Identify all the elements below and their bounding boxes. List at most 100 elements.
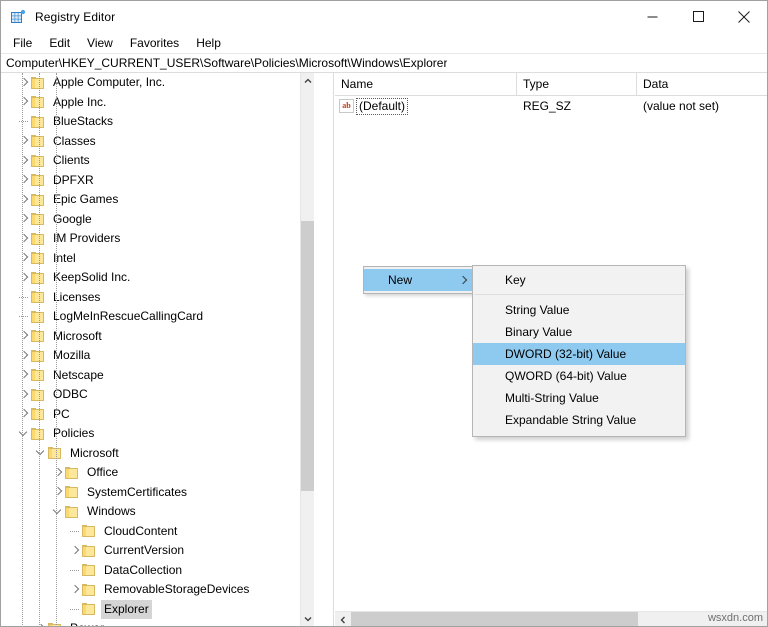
tree-item-keepsolid-inc[interactable]: KeepSolid Inc. <box>1 268 314 288</box>
tree-item-mozilla[interactable]: Mozilla <box>1 346 314 366</box>
tree-item-apple-computer-inc[interactable]: Apple Computer, Inc. <box>1 73 314 93</box>
close-button[interactable] <box>721 1 767 32</box>
tree-item-cloudcontent[interactable]: CloudContent <box>1 522 314 542</box>
tree-item-microsoft[interactable]: Microsoft <box>1 444 314 464</box>
minimize-button[interactable] <box>629 1 675 32</box>
submenu-item-string-value[interactable]: String Value <box>473 299 685 321</box>
folder-icon <box>31 310 45 323</box>
chevron-right-icon[interactable] <box>15 73 31 92</box>
tree-item-apple-inc[interactable]: Apple Inc. <box>1 93 314 113</box>
column-header-data[interactable]: Data <box>637 73 767 95</box>
chevron-right-icon[interactable] <box>49 483 65 502</box>
chevron-right-icon[interactable] <box>66 580 82 599</box>
tree-item-odbc[interactable]: ODBC <box>1 385 314 405</box>
tree-item-google[interactable]: Google <box>1 210 314 230</box>
tree-item-logmeinrescuecallingcard[interactable]: LogMeInRescueCallingCard <box>1 307 314 327</box>
tree-item-policies[interactable]: Policies <box>1 424 314 444</box>
tree-item-pc[interactable]: PC <box>1 405 314 425</box>
tree-item-office[interactable]: Office <box>1 463 314 483</box>
tree-item-netscape[interactable]: Netscape <box>1 366 314 386</box>
tree-leaf-stub <box>15 288 31 307</box>
chevron-right-icon[interactable] <box>15 171 31 190</box>
tree-item-explorer[interactable]: Explorer <box>1 599 314 620</box>
tree-vertical-scrollbar[interactable] <box>300 73 314 626</box>
column-headers: Name Type Data <box>335 73 767 96</box>
tree-item-windows[interactable]: Windows <box>1 502 314 522</box>
chevron-right-icon[interactable] <box>15 366 31 385</box>
tree-guide-line <box>22 73 23 626</box>
chevron-right-icon[interactable] <box>15 151 31 170</box>
tree-item-currentversion[interactable]: CurrentVersion <box>1 541 314 561</box>
tree-item-label: BlueStacks <box>53 114 114 129</box>
chevron-right-icon[interactable] <box>15 346 31 365</box>
scroll-left-icon[interactable] <box>335 612 351 626</box>
chevron-right-icon[interactable] <box>15 190 31 209</box>
tree-item-datacollection[interactable]: DataCollection <box>1 561 314 581</box>
chevron-right-icon[interactable] <box>32 619 48 626</box>
tree-item-epic-games[interactable]: Epic Games <box>1 190 314 210</box>
chevron-right-icon[interactable] <box>15 385 31 404</box>
tree-item-power[interactable]: Power <box>1 619 314 626</box>
tree-item-dpfxr[interactable]: DPFXR <box>1 171 314 191</box>
tree-guide-line <box>39 73 40 626</box>
values-scroll-thumb[interactable] <box>351 612 638 626</box>
values-horizontal-scrollbar[interactable] <box>335 611 767 626</box>
submenu-item-expandable-string-value[interactable]: Expandable String Value <box>473 409 685 431</box>
tree-item-label: Licenses <box>53 289 101 304</box>
submenu-item-qword-64bit-value[interactable]: QWORD (64-bit) Value <box>473 365 685 387</box>
tree-item-label: Epic Games <box>53 192 119 207</box>
scroll-down-icon[interactable] <box>301 611 314 626</box>
tree-item-systemcertificates[interactable]: SystemCertificates <box>1 483 314 503</box>
folder-icon <box>31 291 45 304</box>
address-bar[interactable]: Computer\HKEY_CURRENT_USER\Software\Poli… <box>1 53 767 73</box>
chevron-right-icon[interactable] <box>15 229 31 248</box>
tree-item-clients[interactable]: Clients <box>1 151 314 171</box>
chevron-down-icon[interactable] <box>32 444 48 463</box>
tree-item-classes[interactable]: Classes <box>1 132 314 152</box>
submenu-item-key[interactable]: Key <box>473 269 685 291</box>
menu-view[interactable]: View <box>79 34 121 53</box>
chevron-right-icon[interactable] <box>15 268 31 287</box>
chevron-right-icon[interactable] <box>15 249 31 268</box>
tree-scroll-thumb[interactable] <box>301 221 314 491</box>
chevron-right-icon[interactable] <box>15 210 31 229</box>
folder-icon <box>82 603 96 616</box>
tree-item-licenses[interactable]: Licenses <box>1 288 314 308</box>
tree-item-removablestoragedevices[interactable]: RemovableStorageDevices <box>1 580 314 600</box>
chevron-down-icon[interactable] <box>49 502 65 521</box>
menu-favorites[interactable]: Favorites <box>122 34 187 53</box>
menu-file[interactable]: File <box>5 34 40 53</box>
column-header-type[interactable]: Type <box>517 73 637 95</box>
tree-item-bluestacks[interactable]: BlueStacks <box>1 112 314 132</box>
chevron-right-icon[interactable] <box>15 327 31 346</box>
folder-icon <box>31 408 45 421</box>
submenu-item-binary-value[interactable]: Binary Value <box>473 321 685 343</box>
tree-item-label: DataCollection <box>104 562 183 577</box>
registry-tree[interactable]: Apple Computer, Inc. Apple Inc. BlueStacks… <box>1 73 314 626</box>
folder-icon <box>31 213 45 226</box>
chevron-right-icon[interactable] <box>15 93 31 112</box>
column-header-name[interactable]: Name <box>335 73 517 95</box>
chevron-right-icon[interactable] <box>15 132 31 151</box>
tree-leaf-stub <box>15 112 31 131</box>
menu-edit[interactable]: Edit <box>41 34 78 53</box>
menu-help[interactable]: Help <box>188 34 229 53</box>
tree-item-im-providers[interactable]: IM Providers <box>1 229 314 249</box>
scroll-up-icon[interactable] <box>301 73 314 89</box>
tree-item-microsoft[interactable]: Microsoft <box>1 327 314 347</box>
context-menu-item-new[interactable]: New <box>364 269 472 291</box>
maximize-button[interactable] <box>675 1 721 32</box>
tree-item-label: RemovableStorageDevices <box>104 582 250 597</box>
table-row[interactable]: ab (Default) REG_SZ (value not set) <box>335 96 767 116</box>
tree-item-intel[interactable]: Intel <box>1 249 314 269</box>
chevron-down-icon[interactable] <box>15 424 31 443</box>
tree-item-label: Classes <box>53 133 96 148</box>
chevron-right-icon[interactable] <box>49 463 65 482</box>
chevron-right-icon[interactable] <box>66 541 82 560</box>
submenu-item-dword-32bit-value[interactable]: DWORD (32-bit) Value <box>473 343 685 365</box>
chevron-right-icon[interactable] <box>15 405 31 424</box>
submenu-item-multi-string-value[interactable]: Multi-String Value <box>473 387 685 409</box>
